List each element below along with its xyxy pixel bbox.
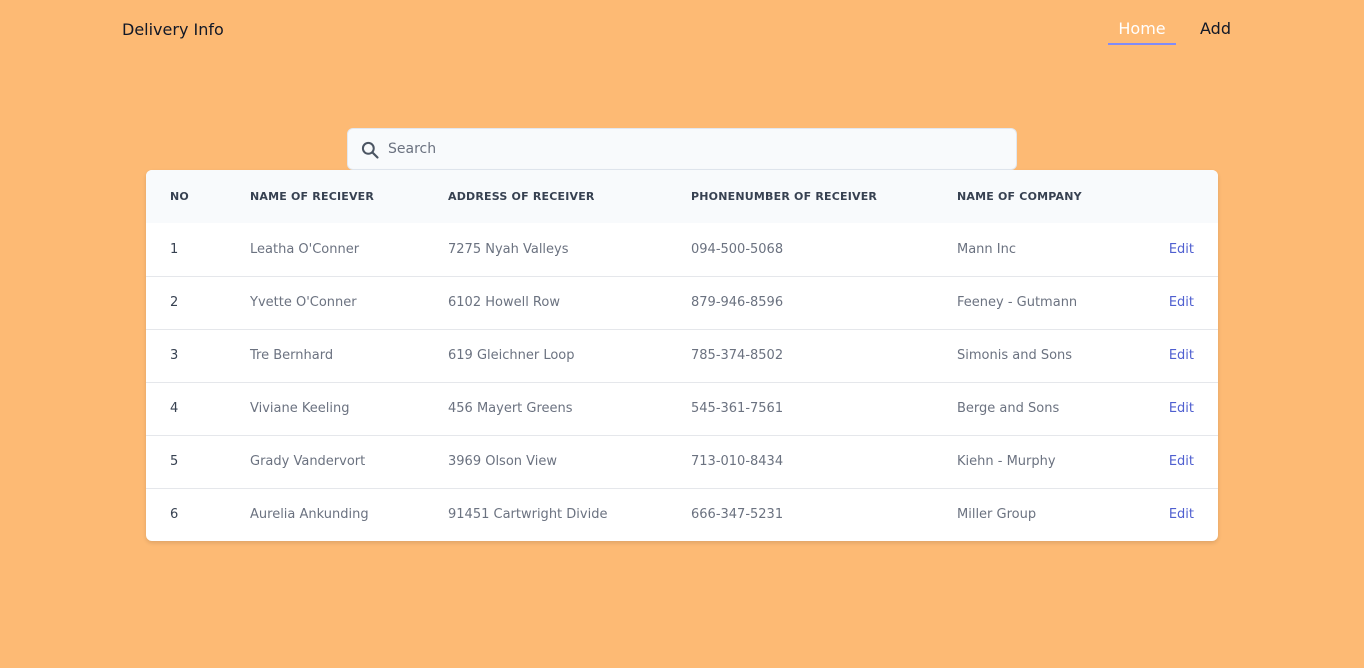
cell-actions: Edit bbox=[1157, 276, 1218, 329]
cell-company-name: Simonis and Sons bbox=[957, 348, 1073, 363]
column-header-no: NO bbox=[170, 190, 189, 203]
cell-receiver-name: Aurelia Ankunding bbox=[250, 507, 369, 523]
cell-company-name: Berge and Sons bbox=[957, 401, 1060, 416]
cell-receiver-address: 7275 Nyah Valleys bbox=[448, 241, 569, 257]
table-row: 6 Aurelia Ankunding 91451 Cartwright Divid… bbox=[146, 488, 1218, 541]
cell-actions: Edit bbox=[1157, 382, 1218, 435]
table-row: 3 Tre Bernhard 619 Gleichner Loop 785-374-8… bbox=[146, 329, 1218, 382]
cell-no: 4 bbox=[170, 401, 179, 416]
cell-company-name: Mann Inc bbox=[957, 241, 1017, 257]
brand-title: Delivery Info bbox=[122, 20, 224, 39]
cell-company-name: Miller Group bbox=[957, 507, 1037, 523]
search-box[interactable] bbox=[347, 128, 1017, 170]
top-nav: Delivery Info Home Add bbox=[0, 0, 1364, 60]
cell-receiver-phone: 713-010-8434 bbox=[691, 454, 784, 469]
edit-link[interactable]: Edit bbox=[1169, 454, 1194, 469]
cell-actions: Edit bbox=[1157, 435, 1218, 488]
edit-link[interactable]: Edit bbox=[1169, 242, 1194, 257]
table-row: 5 Grady Vandervort 3969 Olson View 713-010-… bbox=[146, 435, 1218, 488]
search-input[interactable] bbox=[388, 129, 1008, 169]
column-header-address: ADDRESS OF RECEIVER bbox=[448, 190, 595, 203]
cell-receiver-phone: 545-361-7561 bbox=[691, 401, 784, 416]
cell-company-name: Kiehn - Murphy bbox=[957, 454, 1056, 469]
edit-link[interactable]: Edit bbox=[1169, 295, 1194, 310]
cell-receiver-name: Tre Bernhard bbox=[250, 348, 334, 363]
cell-actions: Edit bbox=[1157, 488, 1218, 541]
delivery-table: NO NAME OF RECIEVER ADDRESS OF RECEIVER … bbox=[146, 170, 1218, 541]
column-header-name: NAME OF RECIEVER bbox=[250, 190, 375, 203]
cell-receiver-name: Leatha O'Conner bbox=[250, 241, 360, 257]
cell-receiver-phone: 094-500-5068 bbox=[691, 241, 784, 257]
cell-actions: Edit bbox=[1157, 223, 1218, 276]
cell-receiver-name: Viviane Keeling bbox=[250, 401, 350, 416]
cell-receiver-phone: 879-946-8596 bbox=[691, 295, 784, 310]
table-row: 4 Viviane Keeling 456 Mayert Greens 545-361… bbox=[146, 382, 1218, 435]
edit-link[interactable]: Edit bbox=[1169, 401, 1194, 416]
table-row: 1 Leatha O'Conner 7275 Nyah Valleys 094-500… bbox=[146, 223, 1218, 276]
cell-receiver-name: Grady Vandervort bbox=[250, 454, 366, 469]
edit-link[interactable]: Edit bbox=[1169, 348, 1194, 363]
table-row: 2 Yvette O'Conner 6102 Howell Row 879-946-8… bbox=[146, 276, 1218, 329]
cell-receiver-phone: 785-374-8502 bbox=[691, 348, 784, 363]
cell-receiver-address: 6102 Howell Row bbox=[448, 295, 560, 310]
edit-link[interactable]: Edit bbox=[1169, 507, 1194, 522]
cell-receiver-address: 91451 Cartwright Divide bbox=[448, 507, 608, 523]
search-icon bbox=[360, 140, 380, 160]
cell-no: 2 bbox=[170, 295, 179, 310]
cell-no: 3 bbox=[170, 348, 179, 363]
cell-receiver-name: Yvette O'Conner bbox=[250, 295, 357, 310]
cell-no: 1 bbox=[170, 241, 179, 257]
column-header-phone: PHONENUMBER OF RECEIVER bbox=[691, 190, 878, 203]
cell-actions: Edit bbox=[1157, 329, 1218, 382]
nav-home-link[interactable]: Home bbox=[1108, 19, 1176, 45]
nav-add-link[interactable]: Add bbox=[1200, 19, 1231, 38]
cell-receiver-phone: 666-347-5231 bbox=[691, 507, 784, 523]
cell-no: 6 bbox=[170, 507, 179, 523]
cell-receiver-address: 3969 Olson View bbox=[448, 454, 558, 469]
cell-receiver-address: 619 Gleichner Loop bbox=[448, 348, 575, 363]
table-header-row: NO NAME OF RECIEVER ADDRESS OF RECEIVER … bbox=[146, 170, 1218, 223]
cell-receiver-address: 456 Mayert Greens bbox=[448, 401, 573, 416]
cell-company-name: Feeney - Gutmann bbox=[957, 295, 1078, 310]
column-header-company: NAME OF COMPANY bbox=[957, 190, 1082, 203]
cell-no: 5 bbox=[170, 454, 179, 469]
column-header-actions bbox=[1157, 170, 1218, 223]
